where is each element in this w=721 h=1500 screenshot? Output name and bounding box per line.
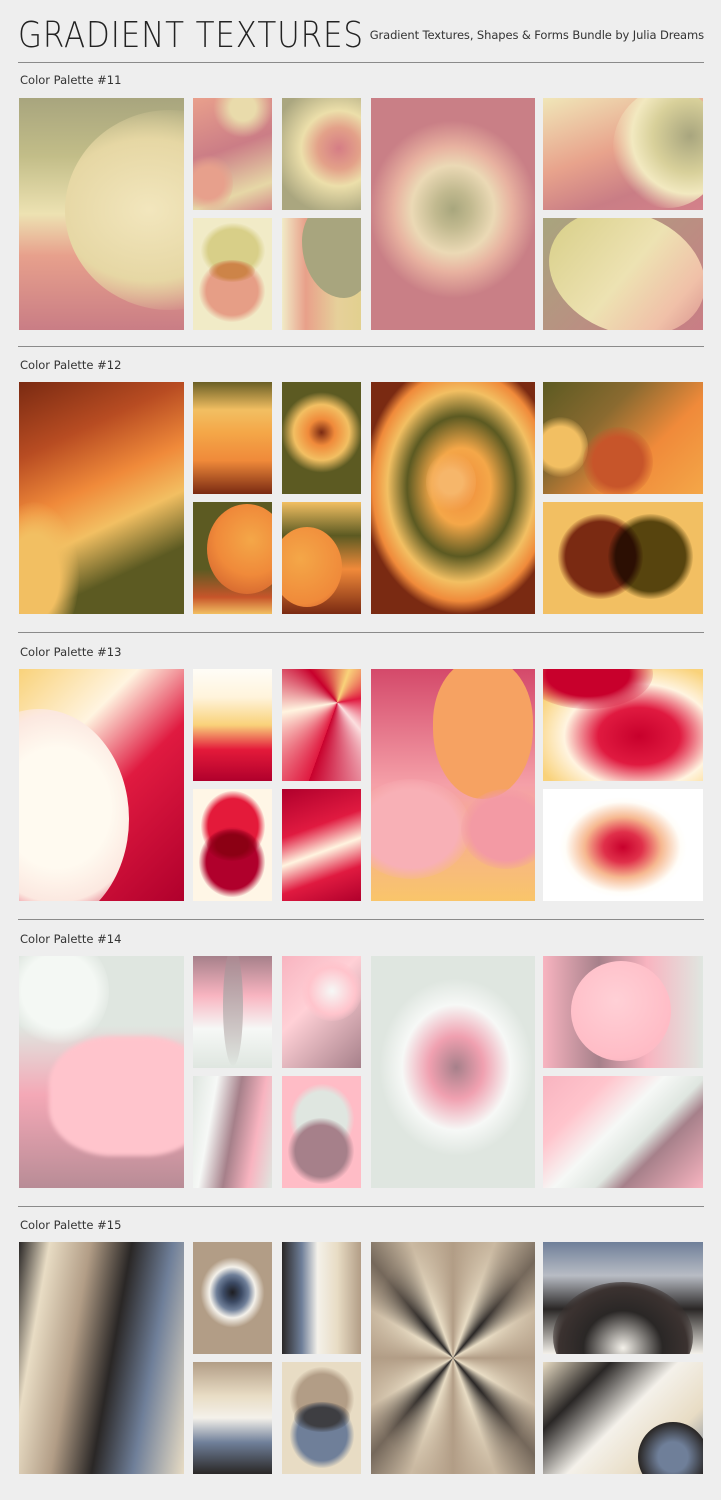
section-label: Color Palette #11 bbox=[20, 73, 122, 87]
texture-tile-radial[interactable] bbox=[371, 98, 535, 330]
texture-tile-flower[interactable] bbox=[371, 1242, 535, 1474]
texture-tile-dot[interactable] bbox=[543, 789, 703, 901]
texture-tile-bands13[interactable] bbox=[193, 669, 272, 781]
section-divider bbox=[18, 919, 704, 920]
texture-tile-bands15[interactable] bbox=[193, 1362, 272, 1474]
texture-tile-ring[interactable] bbox=[282, 382, 361, 494]
texture-tile-crescent[interactable] bbox=[19, 98, 184, 330]
section-divider bbox=[18, 1206, 704, 1207]
texture-tile-wave13[interactable] bbox=[282, 789, 361, 901]
texture-tile-overlap15[interactable] bbox=[282, 1362, 361, 1474]
section-label: Color Palette #12 bbox=[20, 358, 122, 372]
texture-tile-circles[interactable] bbox=[543, 502, 703, 614]
texture-tile-blobs13[interactable] bbox=[371, 669, 535, 901]
header-subtitle: Gradient Textures, Shapes & Forms Bundle… bbox=[369, 28, 704, 42]
section-label: Color Palette #13 bbox=[20, 645, 122, 659]
texture-tile-arch[interactable] bbox=[543, 1242, 703, 1354]
texture-tile-sphere14[interactable] bbox=[543, 956, 703, 1068]
texture-tile-beam[interactable] bbox=[543, 1076, 703, 1188]
texture-tile-blob14[interactable] bbox=[19, 956, 184, 1188]
texture-tile-fold[interactable] bbox=[282, 218, 361, 330]
texture-tile-swirl14[interactable] bbox=[282, 956, 361, 1068]
texture-tile-swirl[interactable] bbox=[282, 98, 361, 210]
texture-tile-overlap[interactable] bbox=[193, 218, 272, 330]
section-label: Color Palette #14 bbox=[20, 932, 122, 946]
texture-tile-overlap14[interactable] bbox=[282, 1076, 361, 1188]
header-title: GRADIENT TEXTURES bbox=[18, 15, 364, 56]
texture-tile-abstract[interactable] bbox=[193, 98, 272, 210]
texture-tile-fold14[interactable] bbox=[193, 1076, 272, 1188]
header-divider bbox=[18, 62, 704, 63]
texture-tile-radial14[interactable] bbox=[371, 956, 535, 1188]
texture-tile-ribbon[interactable] bbox=[193, 956, 272, 1068]
texture-tile-fold15[interactable] bbox=[282, 1242, 361, 1354]
texture-tile-sweep[interactable] bbox=[19, 382, 184, 614]
section-divider bbox=[18, 346, 704, 347]
texture-tile-blobs[interactable] bbox=[543, 382, 703, 494]
texture-tile-wave[interactable] bbox=[543, 98, 703, 210]
texture-tile-overlap13[interactable] bbox=[193, 789, 272, 901]
section-label: Color Palette #15 bbox=[20, 1218, 122, 1232]
texture-tile-wave15[interactable] bbox=[543, 1362, 703, 1474]
texture-tile-swirl2[interactable] bbox=[193, 502, 272, 614]
texture-tile-ring15[interactable] bbox=[193, 1242, 272, 1354]
texture-tile-burst[interactable] bbox=[282, 669, 361, 781]
texture-tile-stripes[interactable] bbox=[19, 1242, 184, 1474]
texture-tile-ellipse[interactable] bbox=[543, 218, 703, 330]
texture-tile-crescent13[interactable] bbox=[19, 669, 184, 901]
texture-tile-swirl13[interactable] bbox=[543, 669, 703, 781]
section-divider bbox=[18, 632, 704, 633]
texture-tile-sphere[interactable] bbox=[282, 502, 361, 614]
texture-tile-swirl-large[interactable] bbox=[371, 382, 535, 614]
texture-tile-bands[interactable] bbox=[193, 382, 272, 494]
